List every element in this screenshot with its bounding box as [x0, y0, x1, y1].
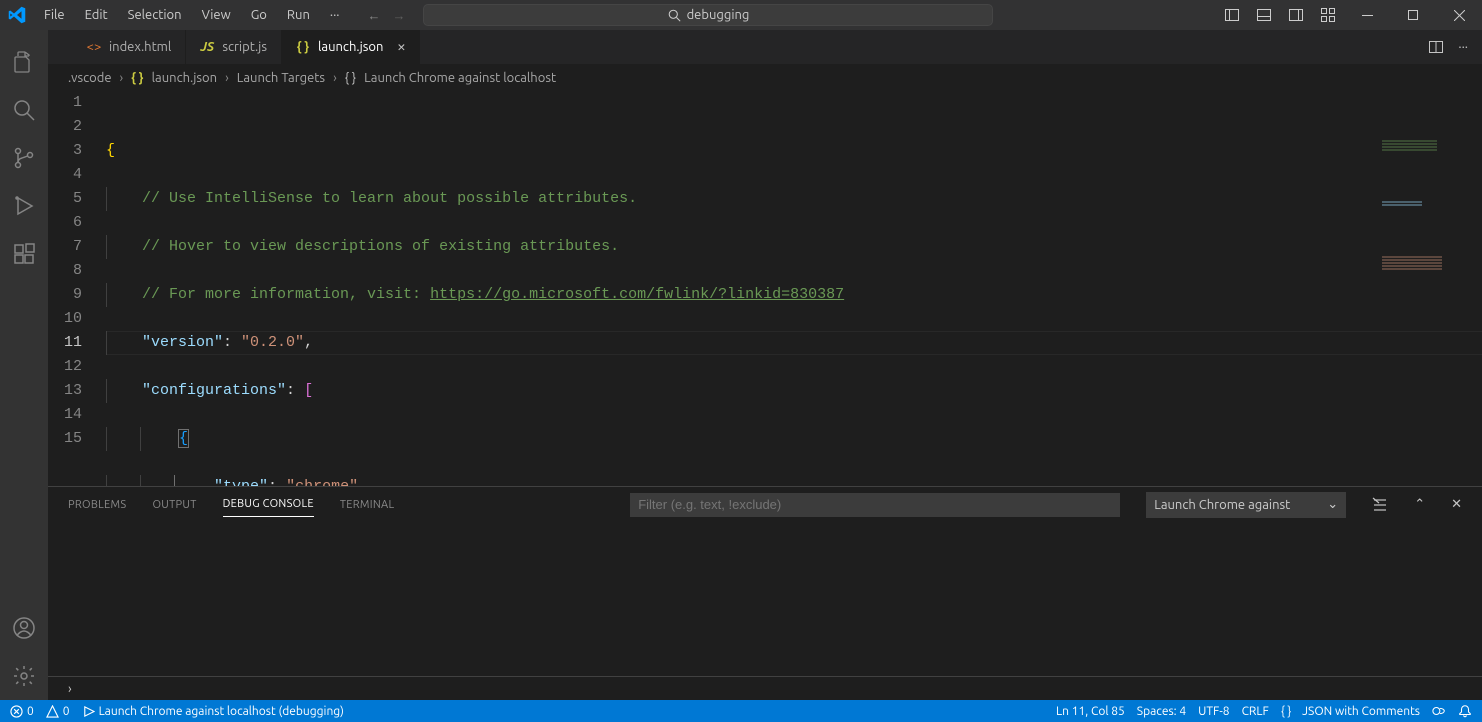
status-launch-config[interactable]: Launch Chrome against localhost (debuggi… [82, 705, 344, 718]
maximize-icon[interactable] [1390, 0, 1436, 30]
chevron-right-icon: › [225, 71, 229, 85]
panel-tab-terminal[interactable]: TERMINAL [340, 493, 395, 517]
debug-session-select[interactable]: Launch Chrome against ⌄ [1146, 492, 1346, 518]
panel-tab-output[interactable]: OUTPUT [152, 493, 196, 517]
vscode-logo-icon [0, 0, 34, 30]
menu-file[interactable]: File [34, 0, 75, 30]
tab-label: launch.json [318, 40, 383, 54]
editor-area: <> index.html JS script.js { } launch.js… [48, 30, 1482, 700]
menu-view[interactable]: View [192, 0, 241, 30]
tab-script-js[interactable]: JS script.js [186, 30, 282, 64]
nav-forward-icon[interactable]: → [392, 8, 405, 23]
chevron-right-icon: › [333, 71, 337, 85]
customize-layout-icon[interactable] [1320, 7, 1336, 23]
status-warnings[interactable]: 0 [46, 705, 70, 718]
debug-filter-input[interactable] [630, 493, 1120, 517]
debug-icon [82, 705, 95, 718]
line-numbers: 123 456 789 101112 131415 [48, 91, 106, 486]
tab-index-html[interactable]: <> index.html [73, 30, 186, 64]
settings-gear-icon[interactable] [0, 652, 48, 700]
menu-edit[interactable]: Edit [75, 0, 118, 30]
minimize-icon[interactable] [1344, 0, 1390, 30]
clear-console-icon[interactable] [1372, 497, 1388, 513]
close-panel-icon[interactable]: ✕ [1451, 497, 1462, 512]
extensions-icon[interactable] [0, 230, 48, 278]
command-center-search[interactable]: debugging [423, 4, 993, 26]
more-actions-icon[interactable]: ··· [1458, 40, 1468, 54]
status-cursor-position[interactable]: Ln 11, Col 85 [1056, 705, 1125, 718]
search-icon [668, 9, 681, 22]
bottom-panel: PROBLEMS OUTPUT DEBUG CONSOLE TERMINAL L… [48, 486, 1482, 700]
tab-label: index.html [109, 40, 171, 54]
search-activity-icon[interactable] [0, 86, 48, 134]
minimap[interactable] [1382, 91, 1482, 486]
accounts-icon[interactable] [0, 604, 48, 652]
explorer-icon[interactable] [0, 38, 48, 86]
json-icon: { } [1281, 705, 1292, 718]
status-notifications-icon[interactable] [1458, 704, 1472, 718]
code-content[interactable]: { // Use IntelliSense to learn about pos… [106, 91, 1482, 486]
breadcrumb-folder[interactable]: .vscode [68, 71, 112, 85]
nav-back-icon[interactable]: ← [367, 8, 380, 23]
status-language-mode[interactable]: { } JSON with Comments [1281, 705, 1420, 718]
nav-buttons: ← → [349, 8, 423, 23]
tab-label: script.js [222, 40, 267, 54]
json-file-icon: { } [131, 71, 143, 85]
breadcrumbs[interactable]: .vscode › { } launch.json › Launch Targe… [48, 65, 1482, 91]
menubar: File Edit Selection View Go Run [34, 0, 320, 30]
status-encoding[interactable]: UTF-8 [1198, 705, 1229, 718]
chevron-down-icon: ⌄ [1327, 497, 1338, 512]
code-editor[interactable]: 123 456 789 101112 131415 { // Use Intel… [48, 91, 1482, 486]
json-file-icon: { } [296, 40, 310, 54]
panel-tab-bar: PROBLEMS OUTPUT DEBUG CONSOLE TERMINAL L… [48, 487, 1482, 522]
html-file-icon: <> [87, 40, 101, 54]
activity-bar [0, 30, 48, 700]
search-text: debugging [687, 8, 750, 22]
status-bar: 0 0 Launch Chrome against localhost (deb… [0, 700, 1482, 722]
close-icon[interactable] [1436, 0, 1482, 30]
status-feedback-icon[interactable] [1432, 704, 1446, 718]
split-editor-icon[interactable] [1428, 39, 1444, 55]
debug-session-label: Launch Chrome against [1154, 498, 1290, 512]
status-eol[interactable]: CRLF [1242, 705, 1269, 718]
toggle-secondary-icon[interactable] [1288, 7, 1304, 23]
breadcrumb-section[interactable]: Launch Targets [237, 71, 325, 85]
breadcrumb-file[interactable]: launch.json [152, 71, 217, 85]
editor-tabs: <> index.html JS script.js { } launch.js… [48, 30, 1482, 65]
layout-icons [1224, 7, 1344, 23]
status-indentation[interactable]: Spaces: 4 [1137, 705, 1186, 718]
menu-run[interactable]: Run [277, 0, 320, 30]
toggle-panel-icon[interactable] [1256, 7, 1272, 23]
title-bar: File Edit Selection View Go Run ··· ← → … [0, 0, 1482, 30]
run-debug-icon[interactable] [0, 182, 48, 230]
menu-more-icon[interactable]: ··· [320, 8, 350, 22]
collapse-panel-icon[interactable]: ⌃ [1414, 497, 1425, 512]
breadcrumb-item[interactable]: Launch Chrome against localhost [364, 71, 556, 85]
main: <> index.html JS script.js { } launch.js… [0, 30, 1482, 700]
status-errors[interactable]: 0 [10, 705, 34, 718]
tab-launch-json[interactable]: { } launch.json ✕ [282, 30, 420, 64]
source-control-icon[interactable] [0, 134, 48, 182]
chevron-right-icon: › [68, 682, 72, 696]
json-object-icon: { } [345, 71, 356, 85]
debug-console-input[interactable]: › [48, 676, 1482, 700]
window-controls [1344, 0, 1482, 30]
tab-close-icon[interactable]: ✕ [397, 40, 405, 55]
debug-console-body[interactable] [48, 522, 1482, 676]
menu-go[interactable]: Go [241, 0, 277, 30]
chevron-right-icon: › [120, 71, 124, 85]
panel-tab-problems[interactable]: PROBLEMS [68, 493, 126, 517]
toggle-sidebar-icon[interactable] [1224, 7, 1240, 23]
warning-icon [46, 705, 59, 718]
menu-selection[interactable]: Selection [118, 0, 192, 30]
js-file-icon: JS [200, 40, 214, 54]
panel-tab-debug-console[interactable]: DEBUG CONSOLE [223, 492, 314, 517]
error-icon [10, 705, 23, 718]
